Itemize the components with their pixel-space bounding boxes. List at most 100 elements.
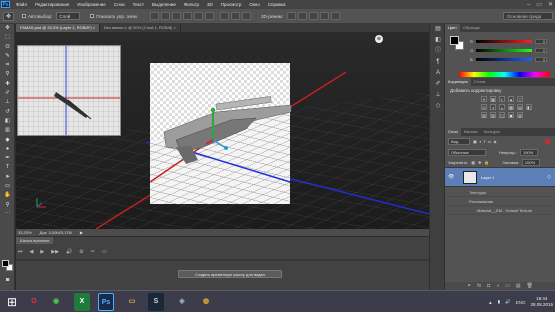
levels-icon[interactable]: ▦ <box>490 95 496 102</box>
taskbar-photoshop-icon[interactable]: Ps <box>98 293 114 311</box>
color-fg-swatch[interactable] <box>450 36 459 45</box>
menu-help[interactable]: Справка <box>268 0 286 9</box>
minimize-icon[interactable]: – <box>527 2 530 8</box>
layer-name[interactable]: Layer 1 <box>481 175 494 180</box>
canvas-area[interactable]: ⊕ <box>16 32 429 229</box>
properties-panel-icon[interactable]: ◧ <box>430 35 446 46</box>
new-group-icon[interactable]: ▭ <box>505 283 510 289</box>
tray-network-icon[interactable]: ▮ <box>498 299 500 305</box>
menu-view[interactable]: Просмотр <box>221 0 242 9</box>
layer-filter-dropdown[interactable]: Вид <box>448 138 470 145</box>
blue-track[interactable] <box>476 57 532 61</box>
tray-language[interactable]: ENG <box>516 300 526 305</box>
filter-adjust-icon[interactable]: ◑ <box>479 139 481 144</box>
close-icon[interactable]: ✕ <box>548 1 553 8</box>
green-value[interactable]: 0 <box>535 47 547 53</box>
align-bottom-icon[interactable] <box>172 12 182 20</box>
gradient-tool-icon[interactable]: ▥ <box>0 126 15 135</box>
layer-style-icon[interactable]: fx <box>477 283 481 289</box>
red-track[interactable] <box>476 39 532 43</box>
align-left-icon[interactable] <box>183 12 193 20</box>
align-center-icon[interactable] <box>194 12 204 20</box>
sublayer-material[interactable]: Material__DM - Default Texture <box>445 206 555 215</box>
taskbar-excel-icon[interactable]: X <box>74 293 90 311</box>
slide-3d-icon[interactable] <box>320 12 330 20</box>
menu-3d[interactable]: 3D <box>207 0 213 9</box>
menu-select[interactable]: Выделение <box>152 0 176 9</box>
gradient-map-icon[interactable]: ▣ <box>508 111 514 118</box>
pen-tool-icon[interactable]: ✒ <box>0 154 15 163</box>
taskbar-opera-icon[interactable]: O <box>26 293 42 311</box>
quick-mask-icon[interactable]: ◙ <box>0 276 15 285</box>
filter-smart-icon[interactable]: ◈ <box>493 139 496 144</box>
align-top-icon[interactable] <box>150 12 160 20</box>
invert-icon[interactable]: ▧ <box>481 111 487 118</box>
menu-text[interactable]: Текст <box>133 0 144 9</box>
history-brush-icon[interactable]: ↺ <box>0 108 15 117</box>
auto-select-checkbox[interactable] <box>22 14 26 18</box>
color-panel-swatches[interactable] <box>450 36 464 50</box>
brush-panel-icon[interactable]: ✐ <box>430 79 446 90</box>
blur-tool-icon[interactable]: ◆ <box>0 136 15 145</box>
color-spectrum[interactable] <box>459 72 550 77</box>
view-zoom-icon[interactable]: ⊕ <box>375 35 383 43</box>
next-frame-icon[interactable]: ▶▶ <box>51 249 59 255</box>
menu-layers[interactable]: Слои <box>114 0 125 9</box>
menu-edit[interactable]: Редактирование <box>35 0 69 9</box>
secondary-3d-view[interactable] <box>17 45 121 136</box>
play-icon[interactable]: ▶ <box>40 249 44 255</box>
menu-image[interactable]: Изображение <box>77 0 105 9</box>
prev-frame-icon[interactable]: ◀ <box>30 249 34 255</box>
taskbar-chrome-icon[interactable]: ◉ <box>48 293 64 311</box>
new-adjustment-icon[interactable]: ◑ <box>496 283 499 289</box>
red-value[interactable]: 0 <box>535 38 547 44</box>
move-tool-icon[interactable]: ✥ <box>3 11 14 21</box>
hand-tool-icon[interactable]: ✋ <box>0 191 15 200</box>
blue-slider[interactable]: B 0 <box>470 56 550 62</box>
eyedropper-tool-icon[interactable]: ⚲ <box>0 70 15 79</box>
dodge-tool-icon[interactable]: ● <box>0 145 15 154</box>
menu-filter[interactable]: Фильтр <box>184 0 199 9</box>
menu-file[interactable]: Файл <box>16 0 27 9</box>
delete-layer-icon[interactable]: 🗑 <box>527 283 533 289</box>
tab-styles[interactable]: Стили <box>471 78 489 86</box>
quick-select-tool-icon[interactable]: ✎ <box>0 52 15 61</box>
blend-mode-dropdown[interactable]: Обычные <box>448 148 486 156</box>
tray-arrow-icon[interactable]: ▲ <box>488 300 492 305</box>
opacity-field[interactable]: 100% <box>519 148 538 156</box>
status-arrow-icon[interactable]: ▶ <box>80 229 83 236</box>
exposure-icon[interactable]: ▲ <box>508 95 514 102</box>
clone-source-icon[interactable]: ⊥ <box>430 90 446 101</box>
axis-widget-icon[interactable] <box>34 196 48 210</box>
new-layer-icon[interactable]: ▤ <box>516 283 521 289</box>
transition-icon[interactable]: ▭ <box>102 249 107 255</box>
color-lookup-icon[interactable]: ◧ <box>526 103 532 110</box>
hue-saturation-icon[interactable]: ⚖ <box>481 103 487 110</box>
auto-select-dropdown[interactable]: Слой <box>56 12 81 20</box>
tab-adjustments[interactable]: Коррекция <box>445 78 471 86</box>
sublayer-textures[interactable]: Текстуры <box>445 188 555 197</box>
vibrance-icon[interactable]: ▽ <box>517 95 523 102</box>
brush-tool-icon[interactable]: ✐ <box>0 89 15 98</box>
filter-pixel-icon[interactable]: ▣ <box>473 139 477 144</box>
layer-row-layer1[interactable]: 👁 Layer 1 ◇ <box>445 167 555 187</box>
taskbar-explorer-icon[interactable]: ▭ <box>124 293 140 311</box>
filter-shape-icon[interactable]: ▭ <box>488 139 492 144</box>
marquee-tool-icon[interactable]: ⬚ <box>0 33 15 42</box>
brightness-icon[interactable]: ☀ <box>481 95 487 102</box>
split-clip-icon[interactable]: ✂ <box>91 249 95 255</box>
move-tool-icon[interactable]: ✥ <box>0 24 15 33</box>
posterize-icon[interactable]: ▨ <box>490 111 496 118</box>
type-tool-icon[interactable]: T <box>0 163 15 172</box>
character-panel-icon[interactable]: A <box>430 68 446 79</box>
timeline-tab[interactable]: Шкала времени <box>16 237 54 244</box>
green-slider[interactable]: G 0 <box>470 47 550 53</box>
selective-color-icon[interactable]: ▥ <box>517 111 523 118</box>
fill-field[interactable]: 100% <box>521 158 540 166</box>
tab-untitled[interactable]: Без имени-1 @ 50% (Слой 1, RGB/8) × <box>100 24 181 32</box>
zoom-level[interactable]: 33,33% <box>18 229 32 236</box>
show-transform-checkbox[interactable] <box>90 14 95 18</box>
tray-volume-icon[interactable]: 🔊 <box>505 299 511 305</box>
clock[interactable]: 18:44 28.08.2015 <box>530 296 553 308</box>
distribute-icon-3[interactable] <box>242 12 252 20</box>
